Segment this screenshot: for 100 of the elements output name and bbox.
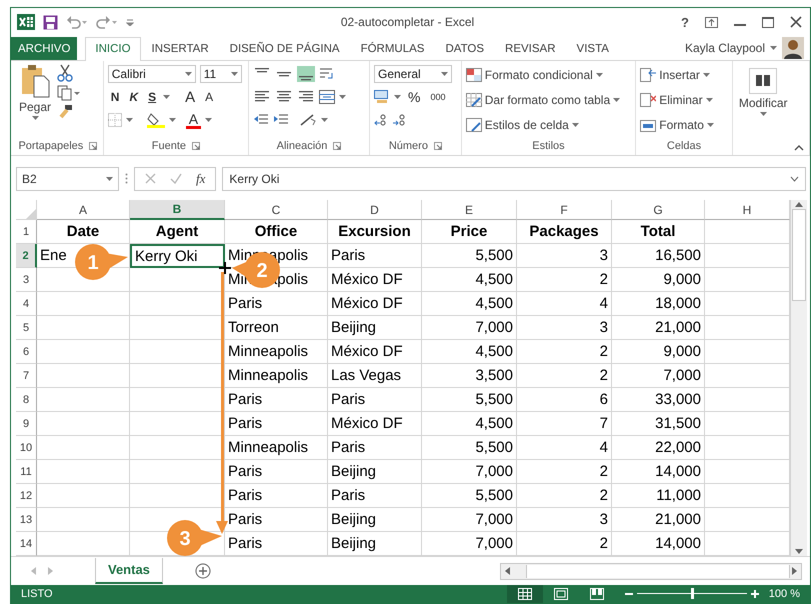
caret-icon[interactable] xyxy=(163,95,170,100)
menu-button[interactable]: Eliminar xyxy=(640,89,714,112)
formula-field[interactable]: Kerry Oki xyxy=(222,166,806,191)
column-header[interactable]: H xyxy=(705,200,790,220)
italic-button[interactable]: K xyxy=(126,90,142,104)
expand-icon[interactable] xyxy=(790,176,799,182)
row-header[interactable]: 14 xyxy=(16,532,37,556)
name-box[interactable]: B2 xyxy=(16,166,119,191)
column-header[interactable]: D xyxy=(328,200,422,220)
customize-caret-icon[interactable] xyxy=(126,18,134,26)
scroll-right-icon[interactable] xyxy=(792,567,797,576)
caret-icon[interactable] xyxy=(106,176,113,181)
row-header[interactable]: 6 xyxy=(16,340,37,364)
caret-icon[interactable] xyxy=(339,95,346,100)
font-color-button[interactable]: A xyxy=(186,112,202,129)
thousands-button[interactable]: 000 xyxy=(427,92,448,102)
orientation-icon[interactable] xyxy=(299,113,318,128)
bottom-align-button[interactable] xyxy=(297,66,316,82)
ribbon-tab[interactable]: INICIO xyxy=(85,36,141,62)
accounting-format-icon[interactable] xyxy=(374,90,390,104)
ribbon-tab[interactable]: VISTA xyxy=(566,36,619,60)
decrease-decimal-icon[interactable] xyxy=(392,113,406,128)
dialog-launcher-icon[interactable] xyxy=(434,142,442,150)
ribbon-tab[interactable]: DISEÑO DE PÁGINA xyxy=(220,36,350,60)
paste-button[interactable]: Pegar xyxy=(17,64,54,138)
dialog-launcher-icon[interactable] xyxy=(89,142,98,150)
help-button[interactable]: ? xyxy=(681,14,689,30)
format-painter-icon[interactable] xyxy=(57,104,74,120)
menu-button[interactable]: Formato condicional xyxy=(466,64,620,86)
grow-font-button[interactable]: A xyxy=(182,88,198,106)
caret-icon[interactable] xyxy=(572,123,579,128)
menu-button[interactable]: Formato xyxy=(640,114,714,136)
row-header[interactable]: 9 xyxy=(16,412,37,436)
font-name-field[interactable]: Calibri xyxy=(108,65,196,84)
ribbon-display-icon[interactable] xyxy=(705,16,718,28)
row-header[interactable]: 2 xyxy=(16,244,37,268)
borders-icon[interactable] xyxy=(108,113,122,128)
ribbon-tab[interactable]: DATOS xyxy=(435,36,494,60)
bold-button[interactable]: N xyxy=(108,90,122,104)
sheet-tab[interactable]: Ventas xyxy=(95,558,163,584)
dialog-launcher-icon[interactable] xyxy=(333,142,342,150)
zoom-slider[interactable] xyxy=(690,588,694,600)
copy-icon[interactable] xyxy=(57,85,82,102)
menu-button[interactable]: Insertar xyxy=(640,64,714,86)
caret-icon[interactable] xyxy=(706,98,713,102)
caret-icon[interactable] xyxy=(770,46,777,50)
insert-function-button[interactable]: fx xyxy=(196,170,206,187)
caret-icon[interactable] xyxy=(126,118,133,122)
row-header[interactable]: 10 xyxy=(16,436,37,460)
row-header[interactable]: 4 xyxy=(16,292,37,316)
undo-icon[interactable] xyxy=(66,15,88,30)
ribbon-tab[interactable]: REVISAR xyxy=(495,36,566,60)
scrollbar-thumb[interactable] xyxy=(792,209,806,302)
caret-icon[interactable] xyxy=(321,118,328,122)
row-header[interactable]: 8 xyxy=(16,388,37,412)
caret-icon[interactable] xyxy=(205,118,212,122)
column-header[interactable]: B xyxy=(130,200,225,220)
percent-button[interactable]: % xyxy=(405,89,424,106)
caret-icon[interactable] xyxy=(168,118,176,122)
ribbon-tab[interactable]: FÓRMULAS xyxy=(350,36,434,60)
close-icon[interactable] xyxy=(790,16,802,28)
fill-color-icon[interactable] xyxy=(146,112,165,128)
row-header[interactable]: 11 xyxy=(16,460,37,484)
row-header[interactable]: 3 xyxy=(16,268,37,292)
wrap-text-icon[interactable] xyxy=(319,67,336,82)
scroll-down-icon[interactable] xyxy=(795,549,803,554)
column-header[interactable]: F xyxy=(517,200,612,220)
merge-cells-icon[interactable] xyxy=(319,90,336,104)
column-header[interactable]: A xyxy=(37,200,130,220)
add-sheet-icon[interactable] xyxy=(194,563,211,580)
redo-icon[interactable] xyxy=(96,15,118,30)
zoom-in-icon[interactable] xyxy=(750,590,759,598)
editing-button[interactable]: Modificar xyxy=(736,64,790,155)
row-header[interactable]: 7 xyxy=(16,364,37,388)
scroll-left-icon[interactable] xyxy=(505,567,510,576)
caret-icon[interactable] xyxy=(613,98,620,102)
caret-icon[interactable] xyxy=(32,116,39,120)
font-size-field[interactable]: 11 xyxy=(200,65,242,84)
caret-icon[interactable] xyxy=(760,112,767,116)
column-header[interactable]: G xyxy=(612,200,705,220)
underline-button[interactable]: S xyxy=(145,90,160,104)
ribbon-tab[interactable]: INSERTAR xyxy=(142,36,219,60)
shrink-font-button[interactable]: A xyxy=(202,90,216,104)
zoom-level[interactable]: 100 % xyxy=(768,588,810,600)
caret-icon[interactable] xyxy=(596,73,603,78)
dialog-launcher-icon[interactable] xyxy=(192,142,200,150)
row-header[interactable]: 12 xyxy=(16,484,37,508)
caret-icon[interactable] xyxy=(441,72,448,76)
increase-decimal-icon[interactable] xyxy=(374,113,388,128)
scissors-icon[interactable] xyxy=(57,64,74,82)
caret-icon[interactable] xyxy=(702,73,710,78)
menu-button[interactable]: Dar formato como tabla xyxy=(466,89,620,112)
menu-button[interactable]: Estilos de celda xyxy=(466,114,620,136)
view-button[interactable] xyxy=(506,584,543,603)
save-icon[interactable] xyxy=(43,14,58,30)
caret-icon[interactable] xyxy=(230,72,238,76)
caret-icon[interactable] xyxy=(706,123,714,128)
caret-icon[interactable] xyxy=(184,72,192,76)
row-header[interactable]: 5 xyxy=(16,316,37,340)
column-header[interactable]: C xyxy=(225,200,328,220)
